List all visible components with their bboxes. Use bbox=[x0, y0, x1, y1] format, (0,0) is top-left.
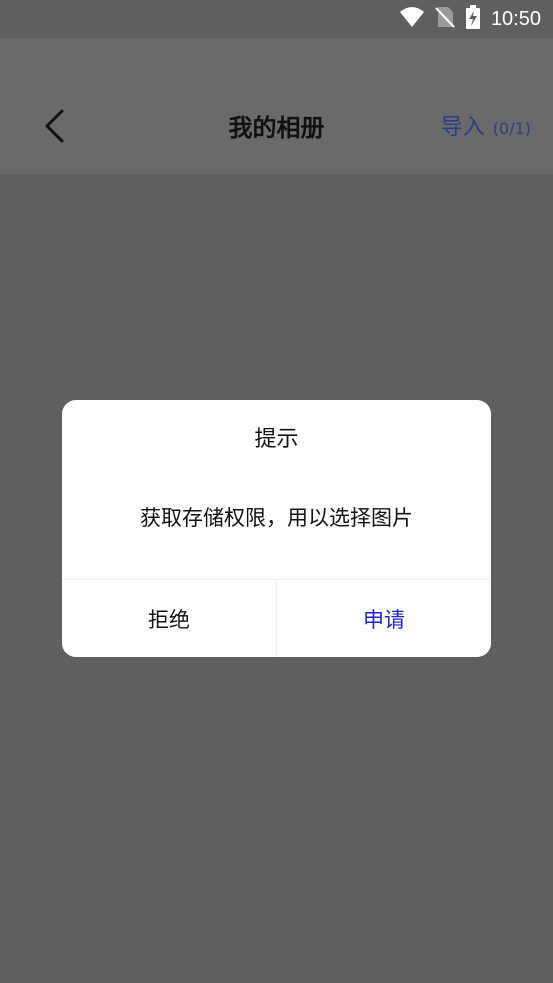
no-sim-icon bbox=[435, 6, 455, 32]
wifi-icon bbox=[399, 6, 425, 32]
status-bar: 10:50 bbox=[0, 0, 553, 38]
import-count: (0/1) bbox=[492, 119, 531, 138]
dialog-title: 提示 bbox=[254, 427, 299, 452]
dialog-message: 获取存储权限，用以选择图片 bbox=[140, 506, 413, 530]
reject-button[interactable]: 拒绝 bbox=[62, 580, 277, 657]
status-time: 10:50 bbox=[490, 8, 541, 30]
status-icons: 10:50 bbox=[399, 5, 541, 33]
battery-charging-icon bbox=[465, 5, 481, 33]
permission-dialog: 提示 获取存储权限，用以选择图片 拒绝 申请 bbox=[62, 400, 491, 657]
import-button[interactable]: 导入 (0/1) bbox=[441, 110, 531, 146]
app-header: 我的相册 导入 (0/1) bbox=[0, 38, 553, 174]
apply-button[interactable]: 申请 bbox=[277, 580, 491, 657]
dialog-actions: 拒绝 申请 bbox=[62, 579, 491, 657]
import-label: 导入 bbox=[440, 115, 485, 140]
